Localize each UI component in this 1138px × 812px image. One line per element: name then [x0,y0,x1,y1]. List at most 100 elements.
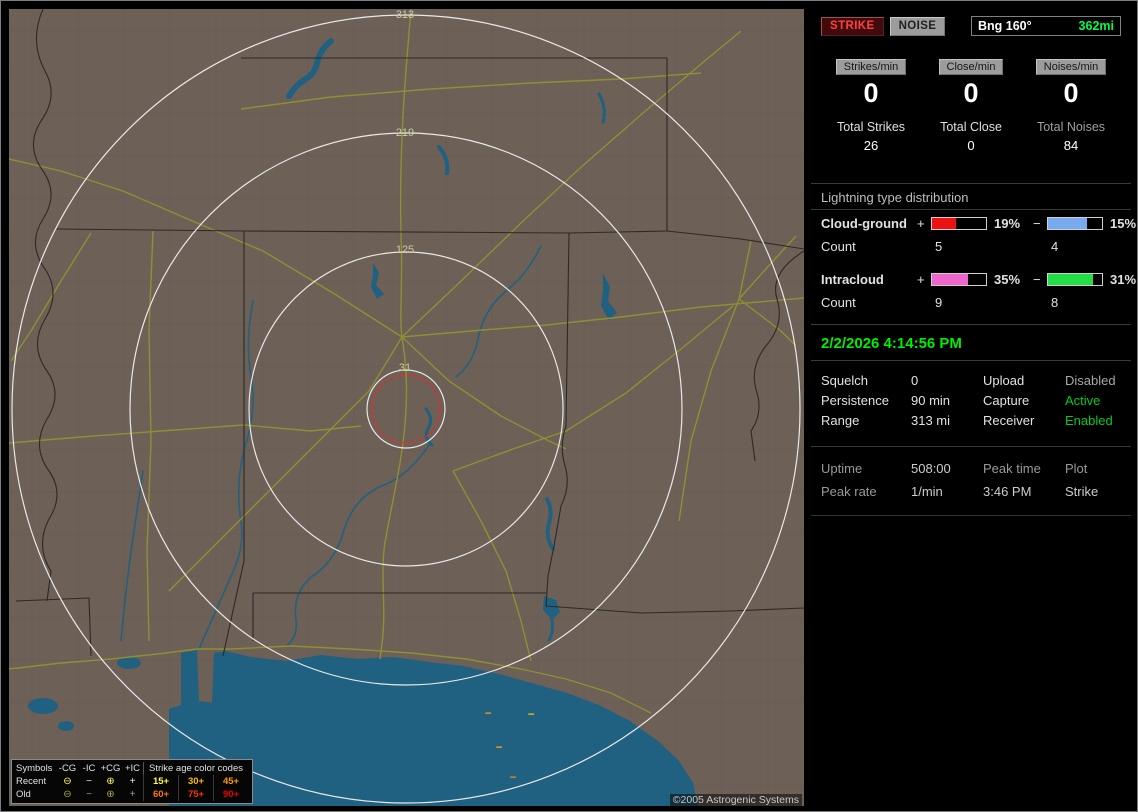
total-close-value: 0 [967,138,975,153]
ring-label-219: 219 [396,127,414,139]
recent-ncg-symbol: ⊖ [63,776,72,787]
intracloud-label: Intracloud [821,271,884,287]
strike-mode-button[interactable]: STRIKE [821,16,884,36]
capture-status: Active [1065,392,1101,408]
app-window: 313 219 125 31 − − − − Symbols -CG -IC +CG … [0,0,1138,812]
total-strikes-value: 26 [863,138,879,153]
coastal-lake [28,698,58,714]
squelch-value: 0 [911,372,919,388]
legend-row-recent-label: Recent [16,776,47,787]
plot-value: Strike [1065,484,1099,499]
coastal-lake [58,721,74,731]
total-strikes-label: Total Strikes [836,120,906,134]
persistence-label: Persistence [821,392,889,408]
distribution-title: Lightning type distribution [821,190,969,205]
total-close-label: Total Close [940,120,1002,134]
noises-per-min-badge[interactable]: Noises/min [1035,59,1107,75]
ic-negative-count: 8 [1051,294,1059,310]
ic-negative-gauge [1047,272,1103,286]
peak-time-label: Peak time [983,461,1041,476]
peak-rate-value: 1/min [911,484,943,499]
count-label: Count [821,294,856,310]
noises-per-min-value: 0 [1063,78,1079,108]
lightning-map[interactable]: 313 219 125 31 − − − − Symbols -CG -IC +CG … [9,9,804,806]
noises-rate-column: Noises/min 0 Total Noises 84 [1021,58,1121,153]
legend-col-ncg: -CG [58,763,77,774]
divider [811,360,1131,361]
coastal-lake [117,657,141,669]
legend-col-pic: +IC [124,763,141,774]
legend-row-old-label: Old [16,789,31,800]
legend-symbols-header: Symbols [16,763,53,774]
stats-panel: STRIKE NOISE Bng 160° 362mi Strikes/min … [811,9,1136,325]
age-code-60: 60+ [143,788,178,801]
legend-col-nic: -IC [82,763,96,774]
divider [811,183,1131,184]
intracloud-row: Intracloud + 35% − 31% [821,268,1136,290]
upload-label: Upload [983,372,1025,388]
datetime-display: 2/2/2026 4:14:56 PM [821,335,962,352]
strikes-rate-column: Strikes/min 0 Total Strikes 26 [821,58,921,153]
age-code-15: 15+ [143,775,178,788]
map-legend: Symbols -CG -IC +CG +IC Strike age color… [11,759,253,804]
settings-row: Persistence 90 min Capture Active [821,390,1121,410]
copyright-credit: ©2005 Astrogenic Systems [669,794,802,806]
plus-sign: + [917,271,925,287]
bearing-display: Bng 160° 362mi [971,16,1121,36]
peak-rate-label: Peak rate [821,484,877,499]
close-rate-column: Close/min 0 Total Close 0 [921,58,1021,153]
cloud-ground-label: Cloud-ground [821,215,907,231]
map-canvas: 313 219 125 31 [9,9,804,806]
old-pic-symbol: + [129,789,136,800]
ic-positive-gauge [931,272,987,286]
ic-positive-percent: 35% [994,271,1021,287]
receiver-label: Receiver [983,412,1035,428]
cloud-ground-count-row: Count 5 4 [821,236,1121,256]
strikes-per-min-value: 0 [863,78,879,108]
old-nic-symbol: − [86,789,92,800]
ring-label-313: 313 [396,9,414,21]
recent-pcg-symbol: ⊕ [106,776,115,787]
cloud-ground-row: Cloud-ground + 19% − 15% [821,212,1136,234]
count-label: Count [821,238,856,254]
close-per-min-value: 0 [963,78,979,108]
range-value: 313 mi [911,412,951,428]
ring-label-31: 31 [399,362,411,374]
uptime-label: Uptime [821,461,863,476]
noise-mode-button[interactable]: NOISE [889,16,946,36]
cg-negative-percent: 15% [1110,215,1137,231]
age-code-75: 75+ [178,788,213,801]
minus-sign: − [1033,271,1041,287]
ic-positive-count: 9 [935,294,943,310]
status-row: Peak rate 1/min 3:46 PM Strike [821,480,1121,503]
cg-positive-percent: 19% [994,215,1021,231]
intracloud-count-row: Count 9 8 [821,292,1121,312]
cg-positive-gauge [931,216,987,230]
recent-nic-symbol: − [86,776,92,787]
age-code-30: 30+ [178,775,213,788]
ring-label-125: 125 [396,244,414,256]
bearing-value: Bng 160° [978,19,1032,33]
mode-row: STRIKE NOISE Bng 160° 362mi [821,16,1121,36]
settings-panel: 2/2/2026 4:14:56 PM Squelch 0 Upload Dis… [811,325,1131,447]
age-code-45: 45+ [213,775,248,788]
plus-sign: + [917,215,925,231]
settings-row: Range 313 mi Receiver Enabled [821,410,1121,430]
recent-pic-symbol: + [129,776,136,787]
ic-negative-percent: 31% [1110,271,1137,287]
old-ncg-symbol: ⊖ [63,789,72,800]
strikes-per-min-badge[interactable]: Strikes/min [835,59,907,75]
receiver-status: Enabled [1065,412,1113,428]
legend-col-pcg: +CG [100,763,121,774]
close-per-min-badge[interactable]: Close/min [938,59,1004,75]
squelch-label: Squelch [821,372,868,388]
persistence-value: 90 min [911,392,951,408]
settings-row: Squelch 0 Upload Disabled [821,370,1121,390]
legend-age-header: Strike age color codes [143,762,248,775]
upload-status: Disabled [1065,372,1116,388]
rates-row: Strikes/min 0 Total Strikes 26 Close/min… [821,58,1121,153]
capture-label: Capture [983,392,1030,408]
old-pcg-symbol: ⊕ [106,789,115,800]
cg-negative-gauge [1047,216,1103,230]
age-code-90: 90+ [213,788,248,801]
